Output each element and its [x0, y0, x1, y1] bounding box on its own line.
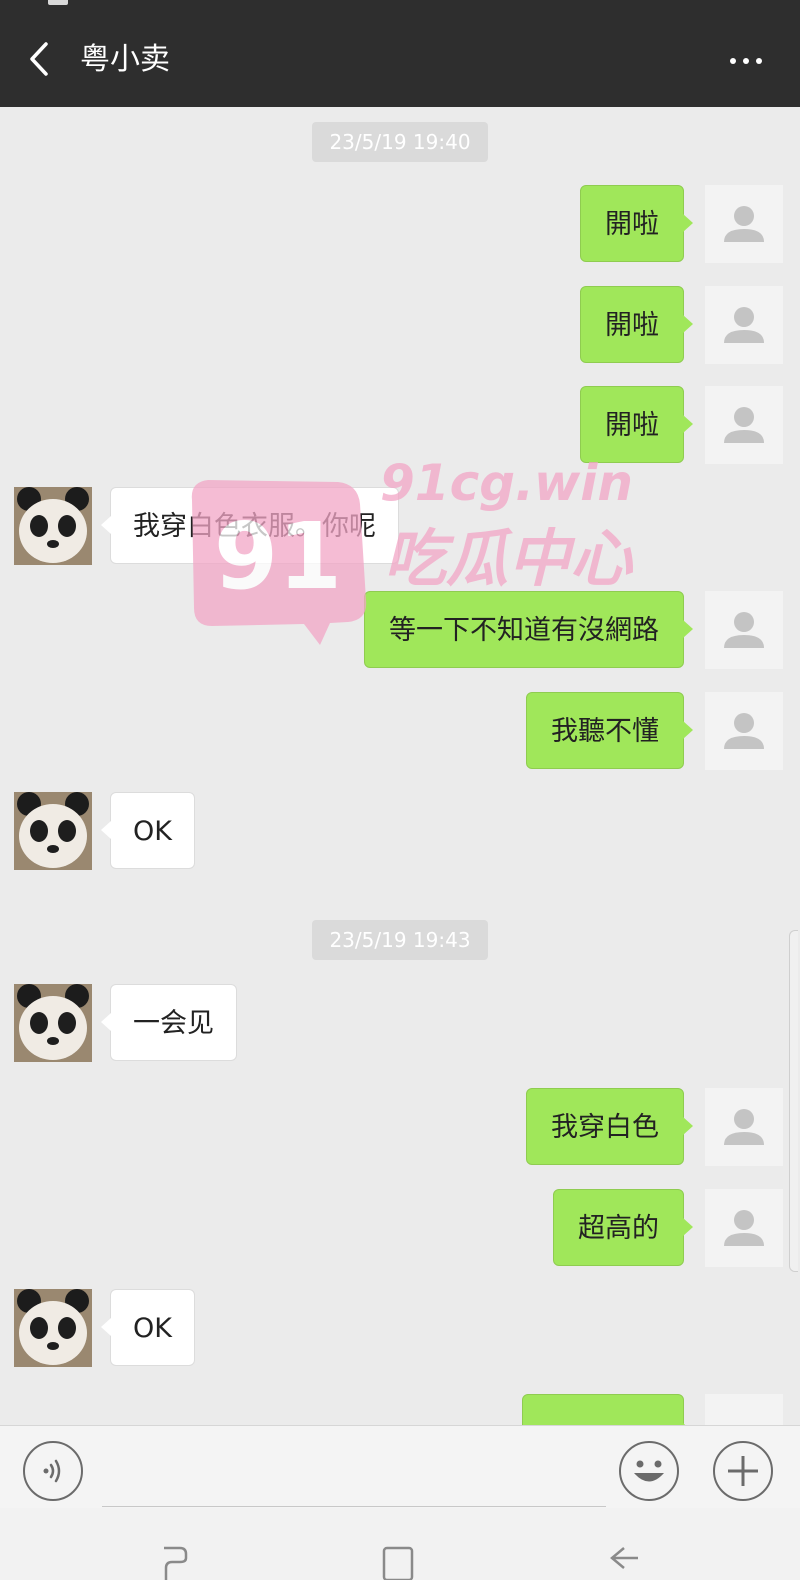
sent-bubble[interactable]: 開啦	[580, 386, 693, 463]
panda-avatar-icon	[14, 984, 92, 1062]
system-back-button[interactable]	[604, 1540, 644, 1580]
sent-bubble[interactable]: 我穿白色	[526, 1088, 693, 1165]
default-avatar-icon	[724, 307, 764, 343]
contact-avatar[interactable]	[14, 487, 92, 565]
sent-bubble[interactable]: 超高的	[553, 1189, 693, 1266]
more-dot	[743, 58, 749, 64]
chat-title: 粤小卖	[80, 42, 170, 77]
home-icon	[382, 1546, 414, 1580]
received-bubble[interactable]: OK	[101, 1289, 195, 1366]
default-avatar-icon	[724, 1109, 764, 1145]
emoji-button[interactable]	[618, 1440, 680, 1502]
status-notification-icon	[48, 0, 68, 5]
home-button[interactable]	[380, 1540, 420, 1580]
emoji-icon	[619, 1441, 679, 1501]
received-bubble[interactable]: 我穿白色衣服。你呢	[101, 487, 399, 564]
more-dots-icon	[730, 58, 736, 64]
default-avatar-icon	[724, 206, 764, 242]
chat-input-bar	[0, 1425, 800, 1508]
message-timestamp: 23/5/19 19:43	[312, 920, 488, 960]
panda-avatar-icon	[14, 487, 92, 565]
more-dot	[756, 58, 762, 64]
plus-icon	[713, 1441, 773, 1501]
voice-icon	[23, 1441, 83, 1501]
chat-message-list[interactable]: 23/5/19 19:40 開啦 開啦 開啦 我穿白色衣服。你呢 等一下不知道有…	[0, 107, 800, 1425]
my-avatar[interactable]	[705, 1189, 783, 1267]
recent-apps-button[interactable]	[158, 1540, 198, 1580]
default-avatar-icon	[724, 713, 764, 749]
message-text-input[interactable]	[102, 1446, 606, 1507]
more-options-button[interactable]	[726, 50, 766, 70]
contact-avatar[interactable]	[14, 984, 92, 1062]
chat-header: 粤小卖	[0, 10, 800, 107]
system-navigation-bar	[0, 1508, 800, 1580]
status-bar	[0, 0, 800, 10]
my-avatar[interactable]	[705, 386, 783, 464]
default-avatar-icon	[724, 1210, 764, 1246]
sent-bubble[interactable]: 開啦	[580, 185, 693, 262]
chevron-left-icon	[30, 42, 48, 76]
received-bubble[interactable]: 一会见	[101, 984, 237, 1061]
system-back-icon	[610, 1547, 638, 1569]
default-avatar-icon	[724, 612, 764, 648]
recent-apps-icon	[164, 1546, 188, 1580]
contact-avatar[interactable]	[14, 1289, 92, 1367]
panda-avatar-icon	[14, 1289, 92, 1367]
more-functions-button[interactable]	[712, 1440, 774, 1502]
received-bubble[interactable]: OK	[101, 792, 195, 869]
sent-bubble[interactable]: 等一下不知道有沒網路	[364, 591, 693, 668]
back-button[interactable]	[22, 36, 62, 82]
my-avatar[interactable]	[705, 286, 783, 364]
contact-avatar[interactable]	[14, 792, 92, 870]
my-avatar[interactable]	[705, 591, 783, 669]
my-avatar[interactable]	[705, 1088, 783, 1166]
sent-bubble[interactable]: 開啦	[580, 286, 693, 363]
my-avatar[interactable]	[705, 692, 783, 770]
panda-avatar-icon	[14, 792, 92, 870]
scroll-indicator[interactable]	[789, 930, 798, 1272]
sent-bubble[interactable]	[522, 1394, 693, 1425]
my-avatar[interactable]	[705, 185, 783, 263]
sent-bubble[interactable]: 我聽不懂	[526, 692, 693, 769]
voice-input-button[interactable]	[22, 1440, 84, 1502]
message-timestamp: 23/5/19 19:40	[312, 122, 488, 162]
my-avatar[interactable]	[705, 1394, 783, 1425]
default-avatar-icon	[724, 407, 764, 443]
